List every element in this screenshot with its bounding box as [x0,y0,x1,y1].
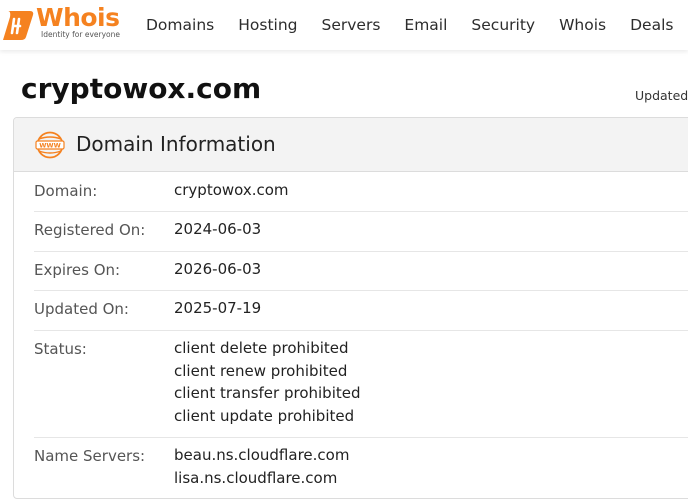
info-row-label: Expires On: [34,261,121,279]
nav-whois[interactable]: Whois [547,16,618,34]
info-row: Status: client delete prohibited client re… [34,331,688,438]
top-navigation-bar: Whois Identity for everyone Domains Host… [0,0,688,50]
main-nav: Domains Hosting Servers Email Security W… [134,0,685,50]
info-row-label: Updated On: [34,300,129,318]
info-row-label: Name Servers: [34,447,146,465]
info-row: Expires On: 2026-06-03 [34,252,688,291]
nav-deals[interactable]: Deals [618,16,685,34]
info-row-value: lisa.ns.cloudflare.com [174,468,338,487]
www-icon: WWW [35,131,65,159]
info-row-value: 2025-07-19 [174,299,262,317]
info-row-label: Domain: [34,182,98,200]
nav-servers[interactable]: Servers [310,16,393,34]
panel-header: WWW Domain Information [14,118,688,172]
info-row-value: cryptowox.com [174,181,289,199]
info-row-value: client transfer prohibited [174,384,361,402]
info-row: Name Servers: beau.ns.cloudflare.com lisa.… [34,438,688,498]
info-row: Registered On: 2024-06-03 [34,212,688,252]
info-row-values: 2026-06-03 [174,258,261,281]
updated-label: Updated [635,88,688,103]
info-row-values: cryptowox.com [174,179,289,202]
info-row-value: 2026-06-03 [174,260,262,278]
info-row-value: client update prohibited [174,406,355,425]
page-title: cryptowox.com [21,72,262,105]
info-row: Updated On: 2025-07-19 [34,291,688,331]
info-row-label: Status: [34,340,87,358]
info-row-values: client delete prohibited client renew pro… [174,337,361,427]
domain-info-list: Domain: cryptowox.com Registered On: 2024-0… [34,173,688,498]
info-row-label: Registered On: [34,221,146,239]
info-row: Domain: cryptowox.com [34,173,688,212]
logo-tagline: Identity for everyone [41,30,120,39]
logo-wordmark: Whois [36,3,120,32]
info-row-value: client delete prohibited [174,339,349,357]
nav-domains[interactable]: Domains [134,16,226,34]
whois-logo[interactable]: Whois Identity for everyone [0,3,130,45]
info-row-value: 2024-06-03 [174,220,262,238]
domain-information-panel: WWW Domain Information Domain: cryptowox.… [13,117,688,499]
info-row-values: 2025-07-19 [174,297,261,320]
nav-email[interactable]: Email [392,16,459,34]
nav-hosting[interactable]: Hosting [226,16,309,34]
svg-text:WWW: WWW [39,142,61,150]
info-row-value: client renew prohibited [174,361,348,380]
info-row-value: beau.ns.cloudflare.com [174,446,350,464]
whois-logo-mark-icon [3,11,34,40]
info-row-values: 2024-06-03 [174,218,261,241]
nav-security[interactable]: Security [459,16,547,34]
panel-title: Domain Information [76,132,276,156]
info-row-values: beau.ns.cloudflare.com lisa.ns.cloudflare… [174,444,349,489]
